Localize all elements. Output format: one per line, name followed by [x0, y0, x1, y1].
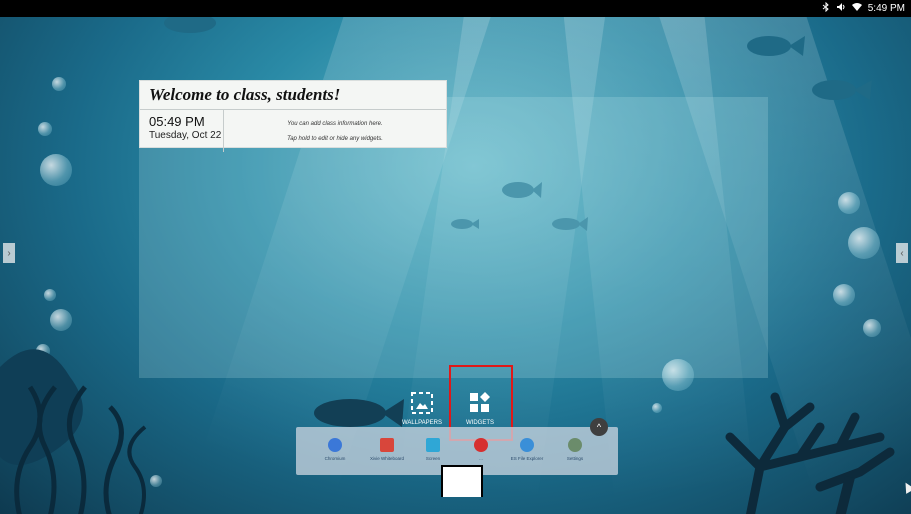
bubble [848, 227, 880, 259]
widget-info-line-1: You can add class information here. [287, 121, 383, 127]
chevron-up-icon: ^ [596, 422, 602, 432]
bubble [863, 319, 881, 337]
widget-title: Welcome to class, students! [140, 81, 446, 110]
dock-item-whiteboard[interactable]: Xivie Whiteboard [364, 438, 410, 461]
bubble [44, 289, 56, 301]
bubble [652, 403, 662, 413]
screen-icon [426, 438, 440, 452]
volume-icon [836, 2, 846, 15]
wallpapers-label: WALLPAPERS [401, 420, 442, 426]
dock-item-app[interactable]: ... [458, 438, 504, 461]
app-icon [474, 438, 488, 452]
dock-item-screen[interactable]: Screen [410, 438, 456, 461]
settings-gear-icon [568, 438, 582, 452]
status-bar: 5:49 PM [0, 0, 911, 17]
left-edge-arrow[interactable]: › [3, 243, 15, 263]
fish-icon [314, 399, 404, 427]
bubble [833, 284, 855, 306]
widget-time: 05:49 PM [149, 114, 205, 129]
coral-right [725, 392, 895, 514]
dock-expand-button[interactable]: ^ [590, 418, 608, 436]
overlay-box [441, 465, 483, 497]
bubble [38, 122, 52, 136]
right-edge-arrow[interactable]: ‹ [896, 243, 908, 263]
widget-date: Tuesday, Oct 22 [149, 130, 222, 141]
bluetooth-icon [822, 1, 830, 15]
chromium-icon [328, 438, 342, 452]
dock-item-es-file-explorer[interactable]: ES File Explorer [504, 438, 550, 461]
wallpapers-button[interactable]: WALLPAPERS [400, 392, 444, 426]
status-time: 5:49 PM [867, 3, 905, 14]
widget-info-line-2: Tap hold to edit or hide any widgets. [287, 136, 383, 142]
welcome-widget[interactable]: Welcome to class, students! 05:49 PM Tue… [139, 80, 447, 152]
dock-item-chromium[interactable]: Chromium [312, 438, 358, 461]
file-explorer-icon [520, 438, 534, 452]
wallpaper-icon [411, 392, 433, 414]
fish-icon [812, 80, 872, 100]
fish-icon [164, 17, 216, 33]
bubble [838, 192, 860, 214]
dock-item-settings[interactable]: Settings [552, 438, 598, 461]
wifi-icon [851, 2, 862, 15]
bubble [40, 154, 72, 186]
bubble [52, 77, 66, 91]
whiteboard-icon [380, 438, 394, 452]
fish-icon [747, 36, 805, 56]
